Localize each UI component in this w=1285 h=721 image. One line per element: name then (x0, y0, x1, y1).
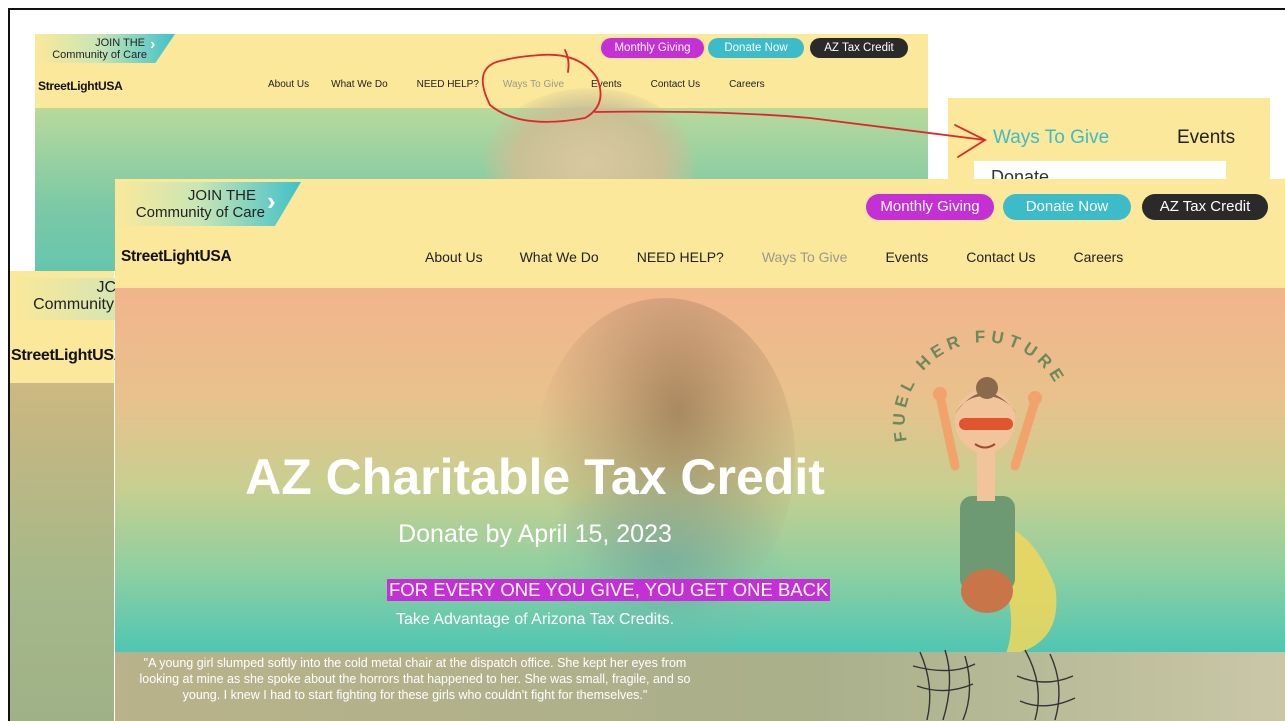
back-donate-now-button[interactable]: Donate Now (708, 38, 804, 58)
hero-tagline: Take Advantage of Arizona Tax Credits. (395, 611, 675, 628)
az-tax-credit-button[interactable]: AZ Tax Credit (1142, 194, 1268, 220)
nav-contact-us[interactable]: Contact Us (651, 79, 700, 90)
chevron-right-icon: › (267, 186, 276, 216)
nav-what-we-do[interactable]: What We Do (520, 249, 599, 265)
nav-careers[interactable]: Careers (729, 79, 765, 90)
superhero-girl-illustration (933, 377, 1057, 652)
hero-highlight: FOR EVERY ONE YOU GIVE, YOU GET ONE BACK (387, 579, 831, 601)
back-monthly-giving-button[interactable]: Monthly Giving (601, 38, 704, 58)
zoom-callout: Ways To Give Events Donate (948, 98, 1270, 184)
quote-line-3: young. I knew I had to start fighting fo… (182, 688, 648, 702)
back-az-tax-credit-button[interactable]: AZ Tax Credit (810, 38, 908, 58)
front-logo[interactable]: StreetLightUSA (121, 248, 232, 266)
left-logo[interactable]: StreetLightUSA (11, 347, 125, 365)
quote-line-1: "A young girl slumped softly into the co… (143, 656, 687, 670)
donate-now-button[interactable]: Donate Now (1003, 194, 1131, 220)
quote-text: "A young girl slumped softly into the co… (115, 655, 715, 703)
hero-banner: AZ Charitable Tax Credit Donate by April… (115, 288, 1285, 652)
hero-subtitle: Donate by April 15, 2023 (398, 520, 672, 548)
nav-careers[interactable]: Careers (1074, 249, 1124, 265)
nav-ways-to-give[interactable]: Ways To Give (762, 249, 848, 265)
back-logo[interactable]: StreetLightUSA (38, 79, 123, 93)
fuel-her-future-badge: FUEL HER FUTURE (889, 327, 1065, 652)
front-nav: About Us What We Do NEED HELP? Ways To G… (425, 249, 1123, 265)
nav-contact-us[interactable]: Contact Us (966, 249, 1035, 265)
nav-about-us[interactable]: About Us (268, 79, 309, 90)
nav-ways-to-give[interactable]: Ways To Give (503, 79, 564, 90)
nav-need-help[interactable]: NEED HELP? (417, 79, 479, 90)
zoom-ways-to-give[interactable]: Ways To Give (993, 127, 1109, 149)
nav-what-we-do[interactable]: What We Do (331, 79, 388, 90)
hero-title: AZ Charitable Tax Credit (245, 449, 825, 505)
nav-events[interactable]: Events (885, 249, 928, 265)
zoom-events[interactable]: Events (1177, 127, 1235, 149)
nav-about-us[interactable]: About Us (425, 249, 483, 265)
sketch-illustration (912, 649, 1076, 721)
back-nav: About Us What We Do NEED HELP? Ways To G… (268, 79, 765, 90)
monthly-giving-button[interactable]: Monthly Giving (866, 194, 994, 220)
quote-line-2: looking at mine as she spoke about the h… (139, 672, 691, 686)
nav-need-help[interactable]: NEED HELP? (637, 249, 724, 265)
chevron-right-icon: › (150, 36, 156, 53)
